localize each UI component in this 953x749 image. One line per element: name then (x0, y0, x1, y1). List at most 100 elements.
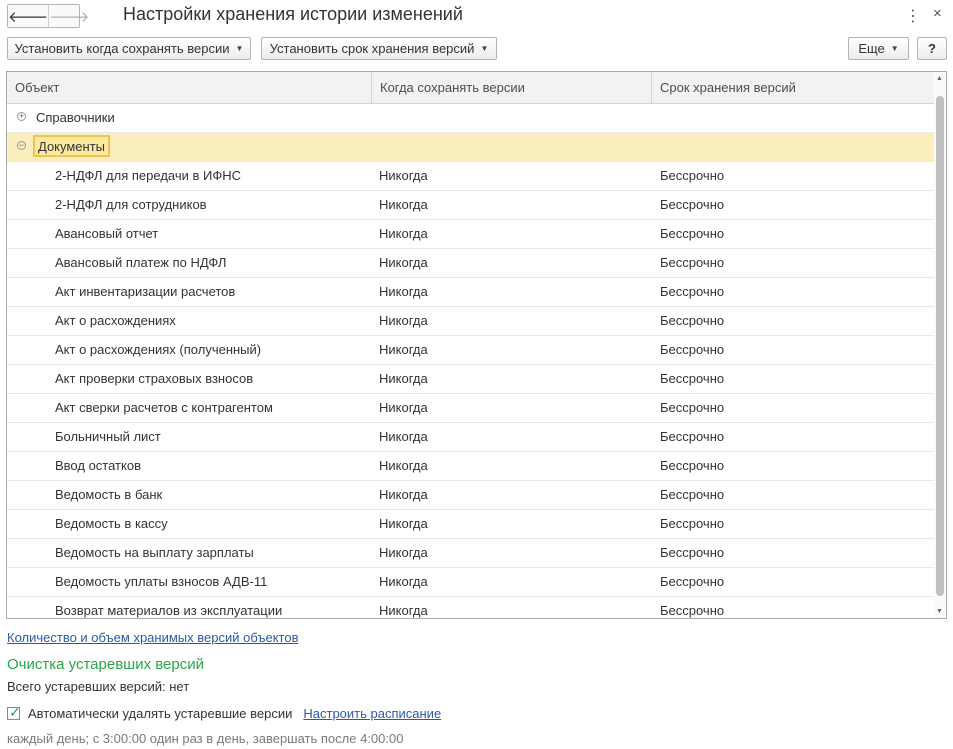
scrollbar-thumb[interactable] (936, 96, 944, 596)
table-row[interactable]: Возврат материалов из эксплуатации Никогд… (7, 597, 934, 618)
cell-when: Никогда (379, 255, 428, 270)
cell-term: Бессрочно (660, 226, 725, 241)
help-icon: ? (928, 41, 936, 56)
arrow-right-icon: 🡒 (49, 8, 90, 26)
expand-icon[interactable]: + (17, 112, 26, 121)
configure-schedule-link[interactable]: Настроить расписание (303, 706, 441, 721)
more-label: Еще (858, 41, 885, 56)
cell-object: Авансовый платеж по НДФЛ (55, 255, 227, 270)
table-row[interactable]: Авансовый платеж по НДФЛ Никогда Бессрочно (7, 249, 934, 278)
cell-term: Бессрочно (660, 458, 725, 473)
table-row[interactable]: Акт о расхождениях (полученный) Никогда Бе… (7, 336, 934, 365)
set-retention-label: Установить срок хранения версий (269, 41, 475, 56)
cell-when: Никогда (379, 487, 428, 502)
group-label: Документы (33, 135, 111, 157)
cell-term: Бессрочно (660, 545, 725, 560)
cell-term: Бессрочно (660, 197, 725, 212)
scroll-up-icon[interactable]: ▲ (936, 75, 943, 82)
cell-when: Никогда (379, 313, 428, 328)
cell-term: Бессрочно (660, 574, 725, 589)
close-icon[interactable]: × (933, 5, 942, 22)
cell-when: Никогда (379, 545, 428, 560)
cell-when: Никогда (379, 197, 428, 212)
group-row-catalogs[interactable]: + Справочники (7, 104, 934, 133)
table-row[interactable]: Акт сверки расчетов с контрагентом Никогд… (7, 394, 934, 423)
cell-object: Акт проверки страховых взносов (55, 371, 254, 386)
settings-table[interactable]: Объект Когда сохранять версии Срок хране… (6, 71, 947, 619)
cell-object: 2-НДФЛ для сотрудников (55, 197, 207, 212)
table-row[interactable]: Акт инвентаризации расчетов Никогда Бессро… (7, 278, 934, 307)
auto-delete-checkbox[interactable]: ✓ (7, 703, 21, 720)
caret-down-icon: ▼ (890, 44, 899, 53)
cell-term: Бессрочно (660, 603, 725, 618)
arrow-left-icon: 🡐 (8, 8, 49, 26)
column-header-term[interactable]: Срок хранения версий (652, 72, 934, 103)
cell-object: Акт сверки расчетов с контрагентом (55, 400, 273, 415)
cell-term: Бессрочно (660, 313, 725, 328)
help-button[interactable]: ? (917, 37, 947, 60)
table-row[interactable]: Авансовый отчет Никогда Бессрочно (7, 220, 934, 249)
cell-when: Никогда (379, 371, 428, 386)
more-button[interactable]: Еще ▼ (848, 37, 909, 60)
cell-when: Никогда (379, 516, 428, 531)
table-row[interactable]: 2-НДФЛ для передачи в ИФНС Никогда Бессроч… (7, 162, 934, 191)
table-row[interactable]: Ведомость в банк Никогда Бессрочно (7, 481, 934, 510)
cell-when: Никогда (379, 603, 428, 618)
cell-term: Бессрочно (660, 429, 725, 444)
caret-down-icon: ▼ (235, 44, 244, 53)
back-button[interactable]: 🡐 (8, 5, 50, 27)
cell-term: Бессрочно (660, 400, 725, 415)
table-row[interactable]: Акт о расхождениях Никогда Бессрочно (7, 307, 934, 336)
cell-object: Возврат материалов из эксплуатации (55, 603, 283, 618)
checkmark-icon: ✓ (9, 703, 21, 720)
schedule-description: каждый день; с 3:00:00 один раз в день, … (7, 731, 404, 746)
cell-when: Никогда (379, 284, 428, 299)
table-row[interactable]: Ввод остатков Никогда Бессрочно (7, 452, 934, 481)
cell-term: Бессрочно (660, 516, 725, 531)
table-header: Объект Когда сохранять версии Срок хране… (7, 72, 934, 104)
table-row[interactable]: Ведомость на выплату зарплаты Никогда Бесс… (7, 539, 934, 568)
cell-object: Ввод остатков (55, 458, 141, 473)
nav-buttons: 🡐 🡒 (7, 4, 89, 28)
total-outdated-text: Всего устаревших версий: нет (7, 679, 190, 694)
cell-when: Никогда (379, 168, 428, 183)
versions-stats-link[interactable]: Количество и объем хранимых версий объек… (7, 630, 298, 645)
table-row[interactable]: Акт проверки страховых взносов Никогда Бес… (7, 365, 934, 394)
title-bar: 🡐 🡒 Настройки хранения истории изменений… (0, 0, 953, 32)
cell-when: Никогда (379, 226, 428, 241)
set-when-save-label: Установить когда сохранять версии (14, 41, 230, 56)
table-row[interactable]: 2-НДФЛ для сотрудников Никогда Бессрочно (7, 191, 934, 220)
cell-term: Бессрочно (660, 168, 725, 183)
cell-object: Больничный лист (55, 429, 161, 444)
forward-button[interactable]: 🡒 (49, 5, 89, 27)
vertical-scrollbar[interactable]: ▲ ▼ (934, 72, 946, 618)
cell-object: Акт о расхождениях (полученный) (55, 342, 262, 357)
set-when-save-button[interactable]: Установить когда сохранять версии ▼ (7, 37, 251, 60)
cell-when: Никогда (379, 342, 428, 357)
auto-delete-row: ✓ Автоматически удалять устаревшие верси… (7, 704, 441, 722)
cell-term: Бессрочно (660, 487, 725, 502)
cell-object: Ведомость в банк (55, 487, 163, 502)
cell-object: Ведомость в кассу (55, 516, 168, 531)
cell-object: Ведомость уплаты взносов АДВ-11 (55, 574, 268, 589)
column-header-object[interactable]: Объект (7, 72, 372, 103)
table-row[interactable]: Ведомость уплаты взносов АДВ-11 Никогда Бе… (7, 568, 934, 597)
cell-object: Ведомость на выплату зарплаты (55, 545, 254, 560)
document-rows: 2-НДФЛ для передачи в ИФНС Никогда Бессроч… (7, 162, 934, 618)
cell-term: Бессрочно (660, 342, 725, 357)
column-header-when[interactable]: Когда сохранять версии (372, 72, 652, 103)
cell-when: Никогда (379, 400, 428, 415)
collapse-icon[interactable]: − (17, 141, 26, 150)
group-row-documents[interactable]: − Документы (7, 133, 934, 162)
auto-delete-label[interactable]: Автоматически удалять устаревшие версии (28, 706, 292, 721)
cell-when: Никогда (379, 458, 428, 473)
scroll-down-icon[interactable]: ▼ (936, 608, 943, 615)
cell-object: Авансовый отчет (55, 226, 159, 241)
cell-term: Бессрочно (660, 371, 725, 386)
more-actions-icon[interactable]: ⋮ (905, 6, 921, 26)
cell-when: Никогда (379, 429, 428, 444)
set-retention-button[interactable]: Установить срок хранения версий ▼ (261, 37, 497, 60)
table-row[interactable]: Больничный лист Никогда Бессрочно (7, 423, 934, 452)
table-row[interactable]: Ведомость в кассу Никогда Бессрочно (7, 510, 934, 539)
cell-object: 2-НДФЛ для передачи в ИФНС (55, 168, 242, 183)
